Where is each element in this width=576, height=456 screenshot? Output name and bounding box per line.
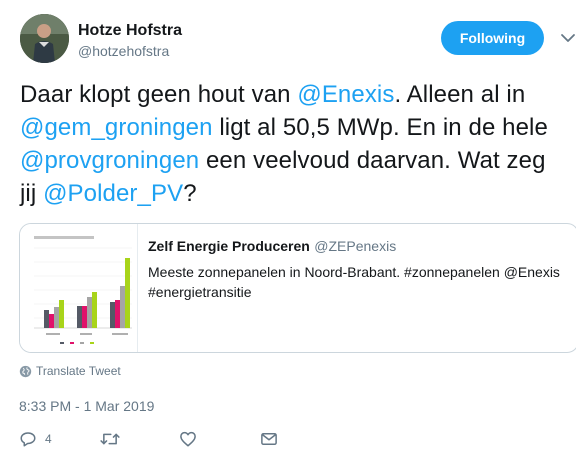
quoted-tweet-card[interactable]: Zelf Energie Produceren @ZEPenexis Meest… — [19, 223, 576, 353]
quoted-tweet-chart-thumbnail[interactable] — [20, 224, 138, 352]
author-display-name[interactable]: Hotze Hofstra — [78, 21, 182, 41]
author-names: Hotze Hofstra @hotzehofstra — [78, 21, 182, 60]
translate-tweet-link[interactable]: Translate Tweet — [19, 364, 121, 378]
reply-button[interactable]: 4 — [19, 428, 52, 450]
translate-label[interactable]: Translate Tweet — [36, 364, 121, 378]
avatar[interactable] — [20, 14, 69, 63]
mention-link[interactable]: @gem_groningen — [20, 114, 213, 141]
direct-message-button[interactable] — [260, 428, 278, 450]
tweet-actions: 4 — [19, 428, 319, 450]
author-handle[interactable]: @hotzehofstra — [78, 42, 182, 60]
reply-icon — [20, 432, 36, 447]
quoted-author-display-name[interactable]: Zelf Energie Produceren — [148, 238, 310, 254]
reply-count: 4 — [45, 432, 52, 446]
retweet-button[interactable] — [100, 428, 120, 450]
tweet-header: Hotze Hofstra @hotzehofstra Following — [20, 14, 576, 66]
heart-icon — [180, 431, 196, 447]
mention-link[interactable]: @Enexis — [297, 81, 394, 108]
chevron-down-icon[interactable] — [558, 28, 576, 48]
tweet-text-segment: . Alleen al in — [394, 81, 526, 108]
following-button[interactable]: Following — [441, 21, 544, 55]
tweet-text-segment: ligt al 50,5 MWp. En in de hele — [212, 114, 548, 141]
quoted-tweet-text: Meeste zonnepanelen in Noord-Brabant. #z… — [148, 264, 560, 300]
retweet-icon — [100, 433, 120, 445]
quoted-tweet-author: Zelf Energie Produceren @ZEPenexis — [148, 238, 568, 256]
tweet-text-segment: ? — [183, 180, 197, 207]
tweet-text-segment: Daar klopt geen hout van — [20, 81, 298, 108]
globe-icon — [19, 365, 32, 377]
mention-link[interactable]: @Polder_PV — [43, 180, 183, 207]
mention-link[interactable]: @provgroningen — [20, 147, 199, 174]
tweet-text: Daar klopt geen hout van @Enexis. Alleen… — [20, 78, 560, 210]
quoted-tweet-body: Zelf Energie Produceren @ZEPenexis Meest… — [148, 238, 568, 302]
envelope-icon — [261, 433, 277, 445]
quoted-author-handle[interactable]: @ZEPenexis — [314, 238, 396, 254]
like-button[interactable] — [179, 428, 197, 450]
tweet-timestamp[interactable]: 8:33 PM - 1 Mar 2019 — [19, 398, 154, 414]
